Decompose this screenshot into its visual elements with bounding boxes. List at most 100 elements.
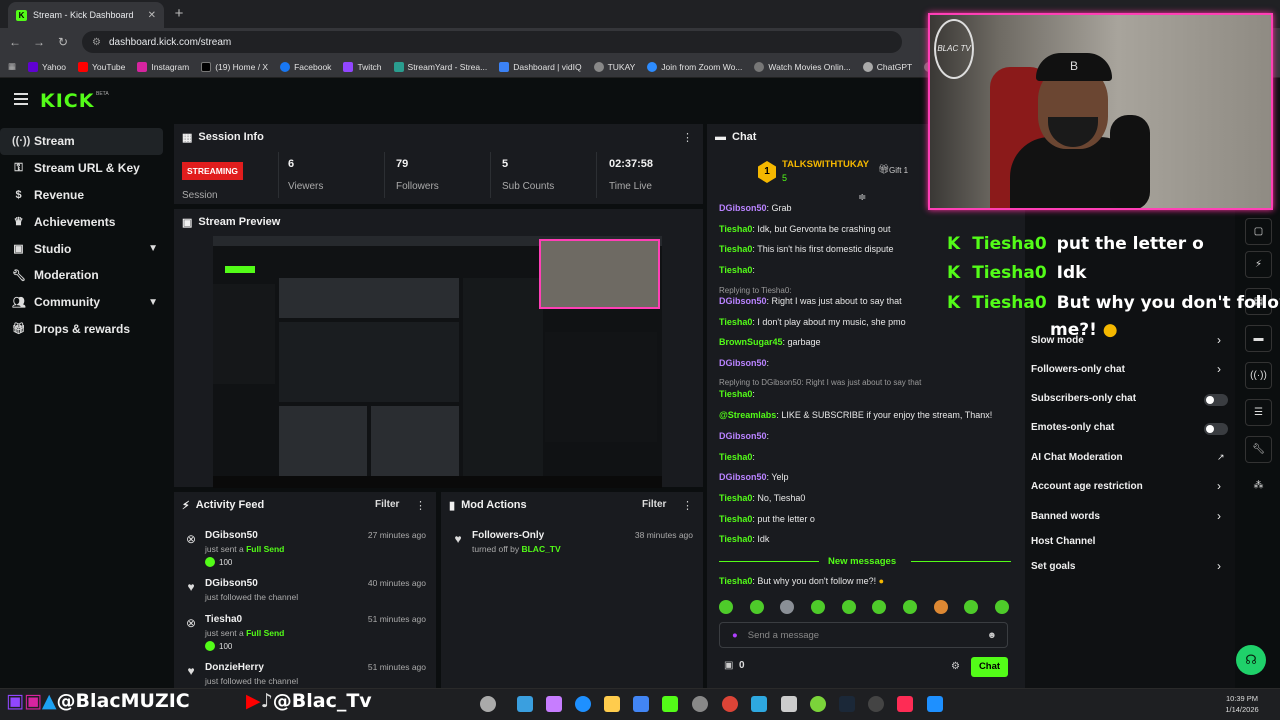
emote-icon[interactable] [964,600,979,614]
chrome-icon[interactable] [722,696,738,712]
stream-preview-video[interactable] [213,236,662,488]
emote-icon[interactable] [994,600,1009,614]
taskbar-clock[interactable]: 10:39 PM 1/14/2026 [1212,693,1272,715]
media-player-icon[interactable] [868,696,884,712]
microphone-icon[interactable]: ● [732,630,738,641]
emoji-icon[interactable]: ☻ [987,630,997,641]
more-options-icon[interactable]: ⋮ [682,499,693,512]
chevron-right-icon[interactable]: › [1217,479,1221,493]
app-icon[interactable] [810,696,826,712]
bookmark-movies[interactable]: Watch Movies Onlin... [754,61,851,72]
bookmark-vidiq[interactable]: Dashboard | vidIQ [499,61,582,72]
more-options-icon[interactable]: ⋮ [415,499,426,512]
setting-item[interactable]: Subscribers-only chat [1031,393,1136,404]
chevron-right-icon[interactable]: › [1217,362,1221,376]
emote-icon[interactable] [933,600,948,614]
close-tab-icon[interactable]: ✕ [148,10,156,21]
reload-icon[interactable]: ↻ [54,33,72,51]
share-icon[interactable]: ⁂ [1245,473,1272,500]
chat-username[interactable]: Tiesha0 [719,389,752,399]
setting-item[interactable]: AI Chat Moderation [1031,452,1123,463]
kick-logo[interactable]: KICK [40,90,94,112]
task-view-icon[interactable] [517,696,533,712]
activity-filter-button[interactable]: Filter [375,499,399,510]
toggle-switch[interactable] [1204,394,1228,406]
setting-item[interactable]: Set goals [1031,561,1075,572]
support-headset-icon[interactable]: ☊ [1236,645,1266,675]
toggle-switch[interactable] [1204,423,1228,435]
chevron-right-icon[interactable]: › [1217,559,1221,573]
settings-icon[interactable] [692,696,708,712]
file-explorer-icon[interactable] [604,696,620,712]
sidebar-item-achievements[interactable]: ♛ Achievements [0,208,168,235]
emote-icon[interactable] [902,600,917,614]
pin-toggle-icon[interactable]: ≑ [858,192,866,203]
chat-username[interactable]: DGibson50 [719,296,767,306]
bookmark-yahoo[interactable]: Yahoo [28,61,66,72]
bookmark-zoom[interactable]: Join from Zoom Wo... [647,61,742,72]
bookmark-instagram[interactable]: Instagram [137,61,189,72]
bookmark-facebook[interactable]: Facebook [280,61,331,72]
chat-bubble-icon[interactable]: ▬ [1245,325,1272,352]
chat-username[interactable]: @Streamlabs [719,410,776,420]
gift-icon[interactable]: 🎁︎ [878,164,889,175]
sidebar-item-revenue[interactable]: $ Revenue [0,182,168,209]
emote-icon[interactable] [780,600,795,614]
new-messages-divider[interactable]: New messages [719,556,1011,567]
chat-username[interactable]: Tiesha0 [719,265,752,275]
new-tab-button[interactable]: + [170,5,188,23]
setting-item[interactable]: Emotes-only chat [1031,422,1114,433]
sidebar-item-drops-rewards[interactable]: 🎁︎ Drops & rewards [0,316,168,343]
sidebar-item-stream-url-key[interactable]: ⚿ Stream URL & Key [0,155,168,182]
store-icon[interactable] [633,696,649,712]
bookmark-chatgpt[interactable]: ChatGPT [862,61,912,72]
site-info-icon[interactable]: ⚙ [92,37,101,48]
app-icon[interactable] [480,696,496,712]
emote-icon[interactable] [810,600,825,614]
menu-icon[interactable] [14,93,28,105]
emote-icon[interactable] [841,600,856,614]
broadcast-icon[interactable]: ((·)) [1245,362,1272,389]
chat-username[interactable]: Tiesha0 [719,452,752,462]
external-link-icon[interactable]: ↗ [1217,452,1225,463]
list-icon[interactable]: ☰ [1245,399,1272,426]
back-icon[interactable]: ← [6,33,24,51]
bookmark-tukay[interactable]: TUKAY [593,61,635,72]
kick-app-icon[interactable] [662,696,678,712]
pinned-user[interactable]: TALKSWITHTUKAY [782,159,869,170]
chat-username[interactable]: Tiesha0 [719,224,752,234]
chevron-right-icon[interactable]: › [1217,333,1221,347]
copilot-icon[interactable] [546,696,562,712]
bookmark-streamyard[interactable]: StreamYard - Strea... [393,61,487,72]
mod-filter-button[interactable]: Filter [642,499,666,510]
emote-icon[interactable] [719,600,733,614]
browser-tab[interactable]: K Stream - Kick Dashboard ✕ [8,2,164,28]
forward-icon[interactable]: → [30,33,48,51]
url-bar[interactable]: ⚙ dashboard.kick.com/stream [82,31,902,53]
gift-label[interactable]: Gift 1 [889,166,908,175]
tiktok-icon[interactable] [897,696,913,712]
setting-item[interactable]: Account age restriction [1031,481,1143,492]
chat-username[interactable]: Tiesha0 [719,317,752,327]
app-icon[interactable] [927,696,943,712]
sidebar-item-stream[interactable]: ((·)) Stream [0,128,163,155]
chat-input[interactable]: ● Send a message ☻ [719,622,1008,648]
sidebar-item-moderation[interactable]: 🔧︎ Moderation [0,262,168,289]
chat-username[interactable]: Tiesha0 [719,534,752,544]
setting-item[interactable]: Followers-only chat [1031,364,1125,375]
chevron-right-icon[interactable]: › [1217,509,1221,523]
points-icon[interactable]: ▣ [724,660,733,671]
setting-item[interactable]: Host Channel [1031,536,1095,547]
chat-username[interactable]: BrownSugar45 [719,337,783,347]
chat-username[interactable]: DGibson50 [719,358,767,368]
sidebar-item-community[interactable]: 👥︎ Community ▼ [0,289,168,316]
gear-icon[interactable]: ⚙ [951,661,960,672]
steam-icon[interactable] [839,696,855,712]
chat-username[interactable]: DGibson50 [719,431,767,441]
setting-item[interactable]: Banned words [1031,511,1100,522]
apps-grid-icon[interactable]: ▦ [8,61,16,72]
bookmark-x[interactable]: (19) Home / X [201,61,268,72]
emote-icon[interactable] [749,600,764,614]
chat-username[interactable]: Tiesha0 [719,514,752,524]
emote-icon[interactable] [872,600,887,614]
